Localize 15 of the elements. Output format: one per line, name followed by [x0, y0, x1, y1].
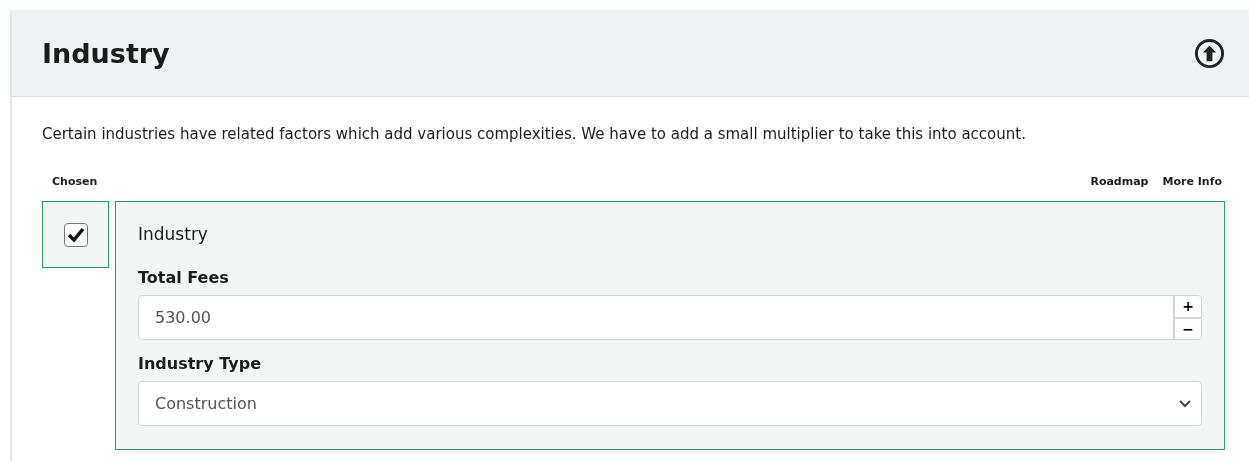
increment-button[interactable]: + — [1174, 295, 1202, 318]
decrement-button[interactable]: − — [1174, 317, 1202, 340]
column-header: More Info — [1162, 175, 1222, 188]
field-label: Total Fees — [138, 268, 230, 287]
description: Certain industries have related factors which add various complexities. We have to add a small multiplier to take this into account. — [42, 125, 1027, 143]
panel-title: Industry — [42, 37, 170, 69]
field-label: Industry Type — [138, 354, 262, 373]
column-header: Chosen — [52, 175, 98, 188]
column-header: Roadmap — [1090, 175, 1149, 188]
collapse-icon[interactable] — [1194, 37, 1225, 69]
card-title: Industry — [138, 224, 209, 244]
industry-type-select[interactable]: Construction — [138, 381, 1202, 426]
chevron-icon — [1179, 399, 1191, 408]
chosen-checkbox[interactable] — [63, 222, 88, 247]
fees-input[interactable]: 530.00 — [138, 295, 1174, 340]
